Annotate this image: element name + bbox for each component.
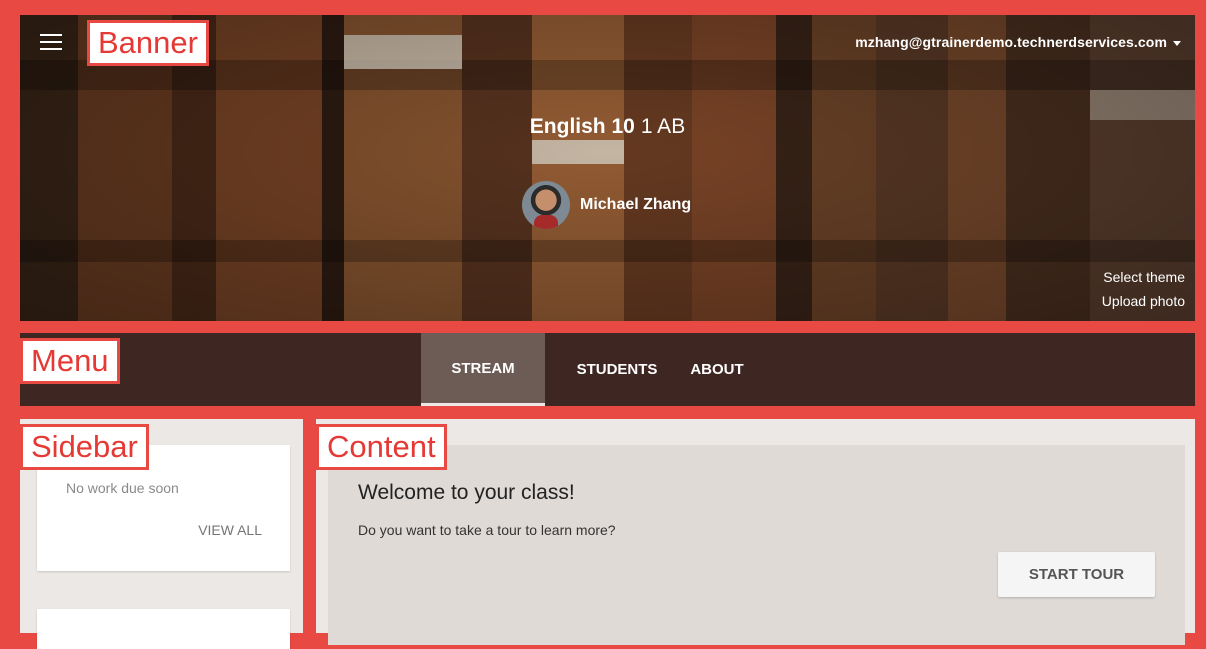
avatar	[522, 181, 570, 229]
content-annotation-label: Content	[316, 424, 447, 470]
theme-links: Select theme Upload photo	[1102, 265, 1185, 313]
start-tour-button[interactable]: START TOUR	[998, 552, 1155, 597]
banner-annotation-label: Banner	[87, 20, 209, 66]
class-nav-menu: STREAM STUDENTS ABOUT	[20, 333, 1195, 406]
class-title: English 10 1 AB	[20, 115, 1195, 139]
menu-annotation-label: Menu	[20, 338, 120, 384]
class-section: 1 AB	[640, 115, 686, 138]
tab-stream[interactable]: STREAM	[421, 333, 545, 406]
view-all-link[interactable]: VIEW ALL	[198, 522, 262, 538]
account-email: mzhang@gtrainerdemo.technerdservices.com	[855, 34, 1167, 50]
sidebar-annotation-label: Sidebar	[20, 424, 149, 470]
welcome-text: Do you want to take a tour to learn more…	[358, 522, 616, 538]
hamburger-icon[interactable]	[40, 34, 62, 50]
class-name: English 10	[529, 115, 635, 138]
tab-about[interactable]: ABOUT	[689, 333, 745, 406]
upload-photo-link[interactable]: Upload photo	[1102, 289, 1185, 313]
account-menu[interactable]: mzhang@gtrainerdemo.technerdservices.com	[855, 34, 1181, 50]
caret-down-icon	[1173, 40, 1181, 46]
sidebar-card	[37, 609, 290, 649]
teacher-info: Michael Zhang	[522, 181, 691, 229]
select-theme-link[interactable]: Select theme	[1102, 265, 1185, 289]
welcome-title: Welcome to your class!	[358, 481, 575, 504]
teacher-name: Michael Zhang	[580, 196, 692, 213]
upcoming-empty-text: No work due soon	[66, 480, 179, 496]
tab-bar: STREAM STUDENTS ABOUT	[421, 333, 745, 406]
content-area: Welcome to your class! Do you want to ta…	[316, 419, 1195, 645]
tab-students[interactable]: STUDENTS	[545, 333, 689, 406]
welcome-card: Welcome to your class! Do you want to ta…	[328, 445, 1185, 645]
